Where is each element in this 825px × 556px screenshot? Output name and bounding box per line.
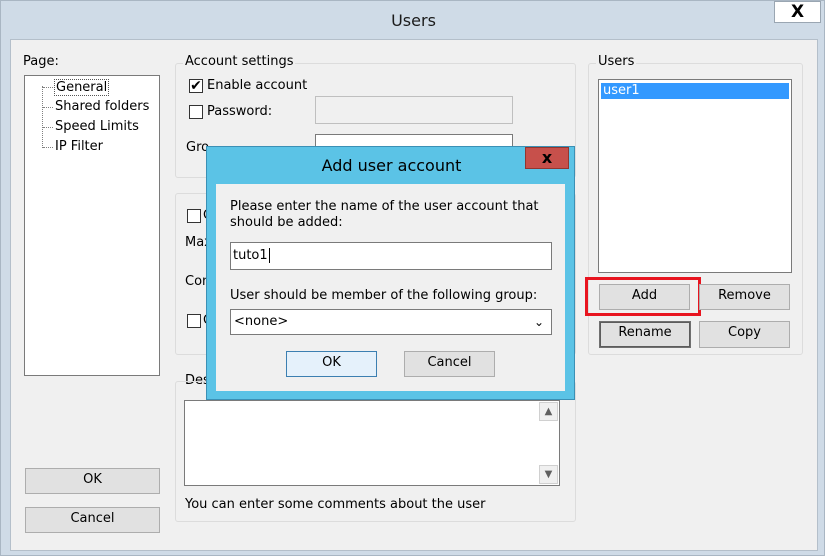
tree-branch bbox=[43, 147, 53, 148]
cancel-button[interactable]: Cancel bbox=[25, 507, 160, 533]
remove-user-button[interactable]: Remove bbox=[699, 284, 790, 310]
copy-user-button[interactable]: Copy bbox=[699, 321, 790, 348]
dialog-prompt: Please enter the name of the user accoun… bbox=[230, 199, 539, 230]
dialog-title: Add user account bbox=[321, 156, 462, 175]
close-icon: X bbox=[790, 2, 805, 22]
group-prompt: User should be member of the following g… bbox=[230, 288, 538, 303]
users-window: Users X Page: General Shared folders Spe… bbox=[0, 0, 825, 556]
tree-item-general[interactable]: General bbox=[54, 79, 110, 96]
tree-item-speed-limits[interactable]: Speed Limits bbox=[55, 119, 139, 134]
tree-branch bbox=[43, 107, 53, 108]
users-list[interactable]: user1 bbox=[598, 79, 792, 273]
tree-branch bbox=[43, 87, 53, 88]
password-input[interactable] bbox=[315, 96, 513, 124]
username-value: tuto1 bbox=[233, 248, 268, 263]
rename-user-button[interactable]: Rename bbox=[599, 321, 691, 348]
username-input[interactable]: tuto1 bbox=[230, 242, 552, 270]
description-hint: You can enter some comments about the us… bbox=[185, 497, 486, 512]
password-checkbox[interactable] bbox=[189, 105, 203, 119]
group-select[interactable]: <none> ⌄ bbox=[230, 309, 552, 335]
option-checkbox-1[interactable] bbox=[187, 209, 201, 223]
add-user-button[interactable]: Add bbox=[599, 284, 690, 310]
users-label: Users bbox=[596, 54, 637, 69]
option-checkbox-2[interactable] bbox=[187, 314, 201, 328]
user-list-item[interactable]: user1 bbox=[601, 83, 789, 99]
scroll-down-icon[interactable]: ▼ bbox=[539, 465, 558, 484]
add-user-dialog: Add user account x Please enter the name… bbox=[206, 146, 575, 400]
description-textarea[interactable]: ▲ ▼ bbox=[184, 400, 560, 486]
dialog-ok-button[interactable]: OK bbox=[286, 351, 377, 377]
group-select-value: <none> bbox=[234, 314, 289, 329]
page-tree[interactable]: General Shared folders Speed Limits IP F… bbox=[24, 75, 160, 376]
dialog-cancel-button[interactable]: Cancel bbox=[404, 351, 495, 377]
close-icon: x bbox=[541, 148, 553, 167]
tree-item-ip-filter[interactable]: IP Filter bbox=[55, 139, 103, 154]
window-title: Users bbox=[391, 11, 436, 30]
dialog-close-button[interactable]: x bbox=[525, 147, 569, 169]
ok-button[interactable]: OK bbox=[25, 468, 160, 494]
account-settings-label: Account settings bbox=[183, 54, 296, 69]
dialog-body: Please enter the name of the user accoun… bbox=[216, 184, 565, 391]
page-label: Page: bbox=[23, 54, 59, 69]
scroll-up-icon[interactable]: ▲ bbox=[539, 402, 558, 421]
close-button[interactable]: X bbox=[774, 1, 821, 23]
password-label: Password: bbox=[207, 104, 273, 119]
enable-account-label: Enable account bbox=[207, 78, 308, 93]
tree-branch bbox=[43, 127, 53, 128]
tree-item-shared-folders[interactable]: Shared folders bbox=[55, 99, 149, 114]
enable-account-checkbox[interactable]: ✔ bbox=[189, 79, 203, 93]
tree-lines bbox=[42, 86, 43, 148]
chevron-down-icon: ⌄ bbox=[534, 315, 545, 329]
check-icon: ✔ bbox=[190, 78, 202, 94]
